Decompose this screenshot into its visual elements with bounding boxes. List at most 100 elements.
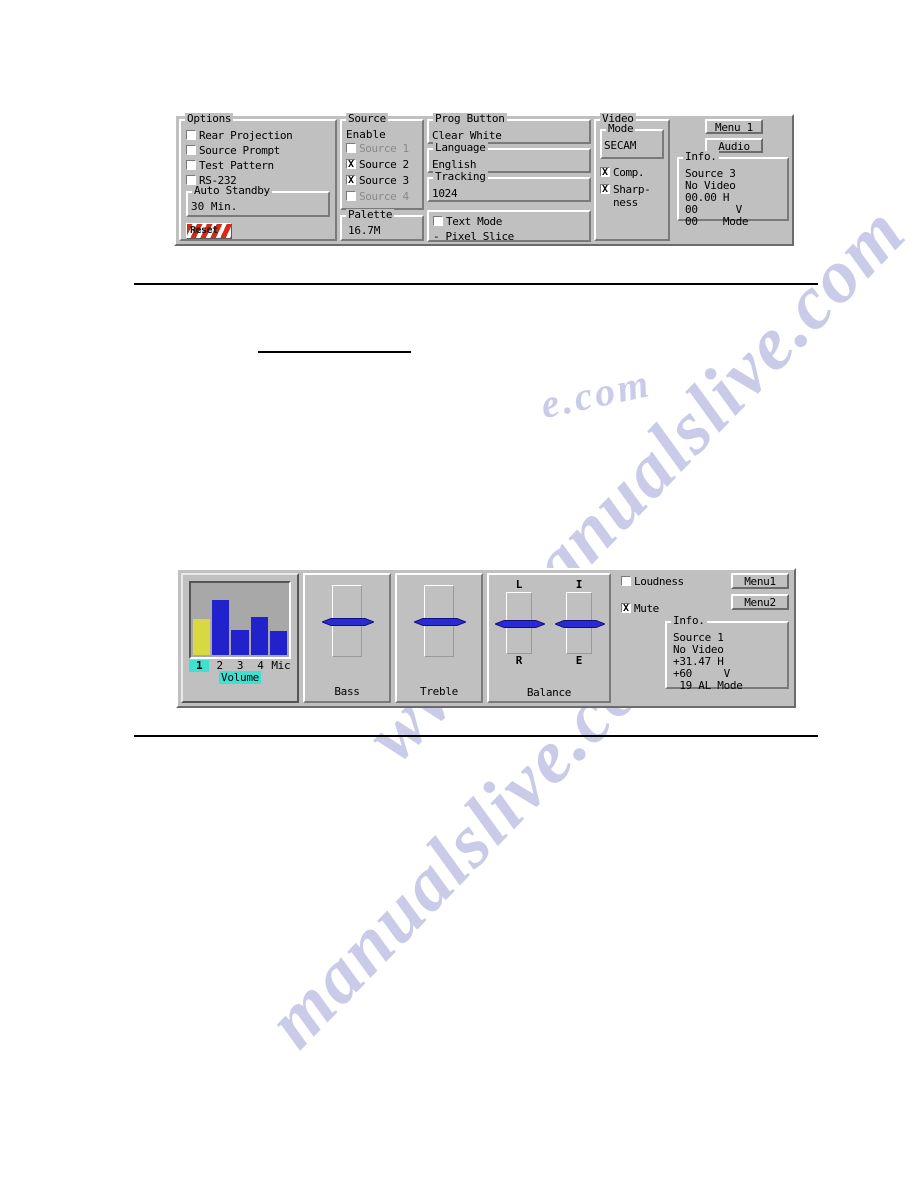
checkbox-box[interactable] bbox=[186, 130, 196, 140]
watermark-text: e.com bbox=[536, 359, 656, 428]
checkbox-label: Test Pattern bbox=[199, 159, 274, 172]
video-column: Video Mode SECAM X Comp. X Sharp- ness bbox=[594, 113, 670, 241]
auto-standby-title: Auto Standby bbox=[192, 184, 272, 197]
checkbox-box[interactable] bbox=[346, 143, 356, 153]
volume-tick-1[interactable]: 1 bbox=[189, 660, 210, 672]
options-group: Options Rear Projection Source Prompt Te… bbox=[179, 113, 337, 241]
menu1-button[interactable]: Menu1 bbox=[731, 573, 789, 589]
reset-button-label: Reset bbox=[190, 225, 218, 236]
checkbox-source-4[interactable]: Source 4 bbox=[346, 190, 418, 203]
checkbox-label: Mute bbox=[634, 602, 659, 615]
checkbox-source-prompt[interactable]: Source Prompt bbox=[186, 144, 330, 157]
treble-slider-panel[interactable]: Treble bbox=[395, 573, 483, 703]
checkbox-label: Source Prompt bbox=[199, 144, 280, 157]
tracking-group: Tracking 1024 bbox=[427, 171, 591, 202]
prog-column: Prog Button Clear White Language English… bbox=[427, 113, 591, 243]
balance-lr-track[interactable] bbox=[493, 592, 547, 654]
palette-group: Palette 16.7M bbox=[340, 209, 424, 241]
balance-panel[interactable]: L R I E Balance bbox=[487, 573, 611, 703]
volume-bar-2 bbox=[212, 600, 230, 655]
audio-menu-buttons: Menu1 Menu2 bbox=[731, 573, 789, 615]
prog-button-title: Prog Button bbox=[433, 112, 507, 125]
menu-1-button[interactable]: Menu 1 bbox=[705, 119, 763, 134]
checkbox-source-3[interactable]: X Source 3 bbox=[346, 174, 418, 187]
checkbox-source-1[interactable]: Source 1 bbox=[346, 142, 418, 155]
checkbox-box[interactable]: X bbox=[621, 603, 631, 614]
info-group-title: Info. bbox=[683, 150, 719, 163]
volume-bar-slot[interactable] bbox=[269, 585, 288, 655]
volume-bar-slot[interactable] bbox=[212, 585, 230, 655]
checkbox-test-pattern[interactable]: Test Pattern bbox=[186, 159, 330, 172]
checkbox-comp[interactable]: X Comp. bbox=[600, 166, 664, 179]
tracking-value[interactable]: 1024 bbox=[429, 188, 589, 200]
volume-bar-slot[interactable] bbox=[250, 585, 268, 655]
treble-slider-label: Treble bbox=[420, 685, 458, 698]
source-enable-column: Source Enable Source 1 X Source 2 X Sour… bbox=[340, 113, 424, 241]
checkbox-label: Source 2 bbox=[359, 158, 409, 171]
balance-lr-thumb[interactable] bbox=[493, 619, 547, 628]
osd-options-panel: Options Rear Projection Source Prompt Te… bbox=[174, 113, 794, 246]
balance-ie-column: I E bbox=[553, 579, 607, 667]
balance-lr-top-label: L bbox=[515, 578, 523, 591]
bass-slider-track[interactable] bbox=[320, 585, 376, 657]
checkbox-box[interactable]: X bbox=[600, 184, 610, 195]
checkbox-box[interactable]: X bbox=[346, 159, 356, 170]
balance-lr-column: L R bbox=[493, 578, 547, 667]
balance-ie-track[interactable] bbox=[553, 592, 607, 654]
auto-standby-value[interactable]: 30 Min. bbox=[191, 200, 325, 215]
reset-button[interactable]: Reset bbox=[186, 223, 232, 239]
balance-ie-thumb[interactable] bbox=[553, 619, 607, 628]
checkbox-box[interactable] bbox=[346, 191, 356, 201]
text-mode-group: Text Mode - Pixel Slice bbox=[427, 210, 591, 243]
balance-lr-bottom-label: R bbox=[515, 654, 523, 667]
volume-caption: Volume bbox=[219, 671, 261, 684]
tracking-title: Tracking bbox=[433, 170, 488, 183]
volume-bar-slot[interactable] bbox=[231, 585, 249, 655]
checkbox-rear-projection[interactable]: Rear Projection bbox=[186, 129, 330, 142]
video-mode-title: Mode bbox=[606, 122, 636, 135]
source-enable-subtitle: Enable bbox=[346, 128, 386, 141]
checkbox-sharpness[interactable]: X Sharp- ness bbox=[600, 183, 664, 209]
info-group: Info. Source 3 No Video 00.00 H 00 V 00 … bbox=[677, 151, 789, 228]
checkbox-text-mode[interactable]: Text Mode bbox=[433, 215, 585, 228]
checkbox-label: Text Mode bbox=[446, 215, 503, 228]
source-enable-group: Source Enable Source 1 X Source 2 X Sour… bbox=[340, 113, 424, 210]
horizontal-rule-top bbox=[134, 283, 818, 285]
checkbox-box[interactable] bbox=[186, 160, 196, 170]
checkbox-label: Rear Projection bbox=[199, 129, 293, 142]
checkbox-source-2[interactable]: X Source 2 bbox=[346, 158, 418, 171]
info-line: 00 Mode bbox=[685, 215, 749, 228]
palette-value[interactable]: 16.7M bbox=[346, 225, 418, 237]
pixel-slice-value[interactable]: - Pixel Slice bbox=[433, 230, 585, 243]
treble-slider-track[interactable] bbox=[412, 585, 468, 657]
volume-tick-mic[interactable]: Mic bbox=[271, 660, 291, 672]
checkbox-label: Source 4 bbox=[359, 190, 409, 203]
options-checkbox-list: Rear Projection Source Prompt Test Patte… bbox=[186, 129, 330, 187]
slider-arrow-icon bbox=[320, 618, 376, 626]
checkbox-box[interactable]: X bbox=[600, 167, 610, 178]
menu2-button[interactable]: Menu2 bbox=[731, 594, 789, 610]
bass-slider-panel[interactable]: Bass bbox=[303, 573, 391, 703]
checkbox-loudness[interactable]: Loudness bbox=[621, 575, 684, 588]
palette-title: Palette bbox=[346, 208, 395, 221]
checkbox-label: Comp. bbox=[613, 166, 645, 179]
horizontal-rule-short bbox=[258, 351, 411, 353]
treble-slider-thumb[interactable] bbox=[412, 617, 468, 626]
checkbox-box[interactable] bbox=[433, 216, 443, 226]
balance-caption: Balance bbox=[526, 686, 572, 699]
checkbox-box[interactable] bbox=[621, 576, 631, 586]
checkbox-box[interactable]: X bbox=[346, 175, 356, 186]
slider-arrow-icon bbox=[553, 620, 607, 628]
volume-bar-slot[interactable] bbox=[193, 585, 211, 655]
volume-caption-wrap: Volume bbox=[189, 671, 291, 684]
bass-slider-thumb[interactable] bbox=[320, 617, 376, 626]
volume-bar-4 bbox=[250, 616, 268, 655]
info-line: 19 AL Mode bbox=[673, 679, 743, 692]
options-group-title: Options bbox=[185, 112, 234, 125]
video-mode-value[interactable]: SECAM bbox=[602, 140, 662, 152]
osd-audio-panel: 1 2 3 4 Mic Volume Bass Treble L R I E B… bbox=[176, 568, 796, 708]
checkbox-box[interactable] bbox=[186, 145, 196, 155]
volume-panel[interactable]: 1 2 3 4 Mic Volume bbox=[181, 573, 299, 703]
audio-right-column: Loudness X Mute Menu1 Menu2 Info. Source… bbox=[615, 573, 791, 703]
checkbox-label: Sharp- ness bbox=[613, 183, 651, 209]
